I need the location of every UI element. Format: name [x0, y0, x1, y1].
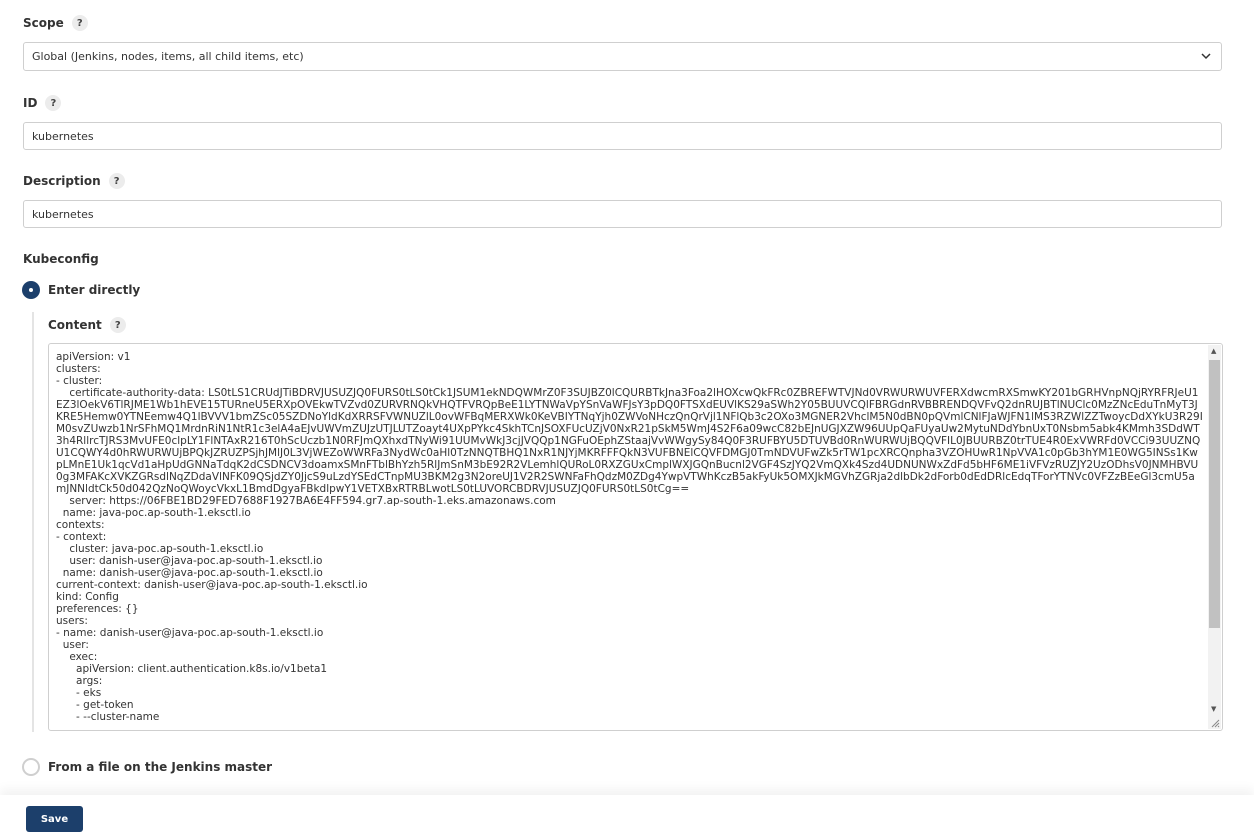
content-label-row: Content ? [48, 317, 126, 333]
chevron-down-icon [1201, 53, 1211, 60]
description-help-icon[interactable]: ? [108, 173, 125, 189]
enter-directly-label[interactable]: Enter directly [48, 283, 140, 297]
kubeconfig-label-row: Kubeconfig [23, 252, 99, 266]
id-label: ID [23, 96, 38, 110]
description-label: Description [23, 174, 101, 188]
scroll-down-arrow-icon[interactable]: ▼ [1211, 705, 1216, 713]
scroll-up-arrow-icon[interactable]: ▲ [1211, 347, 1216, 355]
id-help-icon[interactable]: ? [45, 95, 62, 111]
scope-select[interactable]: Global (Jenkins, nodes, items, all child… [23, 42, 1222, 71]
scope-label: Scope [23, 16, 64, 30]
kubeconfig-label: Kubeconfig [23, 252, 99, 266]
kubeconfig-content-textarea[interactable]: apiVersion: v1 clusters: - cluster: cert… [48, 343, 1223, 731]
id-label-row: ID ? [23, 95, 62, 111]
resize-handle-icon[interactable] [1211, 719, 1220, 728]
scope-label-row: Scope ? [23, 15, 88, 31]
description-label-row: Description ? [23, 173, 125, 189]
enter-directly-radio[interactable] [22, 281, 40, 299]
kubeconfig-content-text: apiVersion: v1 clusters: - cluster: cert… [56, 351, 1203, 723]
description-input-value: kubernetes [32, 207, 94, 221]
scrollbar-thumb[interactable] [1209, 360, 1220, 628]
file-on-master-label[interactable]: From a file on the Jenkins master [48, 760, 272, 774]
scope-selected-value: Global (Jenkins, nodes, items, all child… [32, 50, 304, 63]
id-input[interactable]: kubernetes [23, 122, 1222, 150]
bottom-action-bar [0, 795, 1254, 840]
content-help-icon[interactable]: ? [109, 317, 126, 333]
save-button[interactable]: Save [26, 806, 83, 832]
textarea-scrollbar[interactable]: ▲ ▼ [1208, 345, 1221, 729]
scope-help-icon[interactable]: ? [71, 15, 88, 31]
id-input-value: kubernetes [32, 129, 94, 143]
section-indent-bar [32, 312, 34, 732]
description-input[interactable]: kubernetes [23, 200, 1222, 228]
file-on-master-radio[interactable] [22, 758, 40, 776]
content-label: Content [48, 318, 102, 332]
